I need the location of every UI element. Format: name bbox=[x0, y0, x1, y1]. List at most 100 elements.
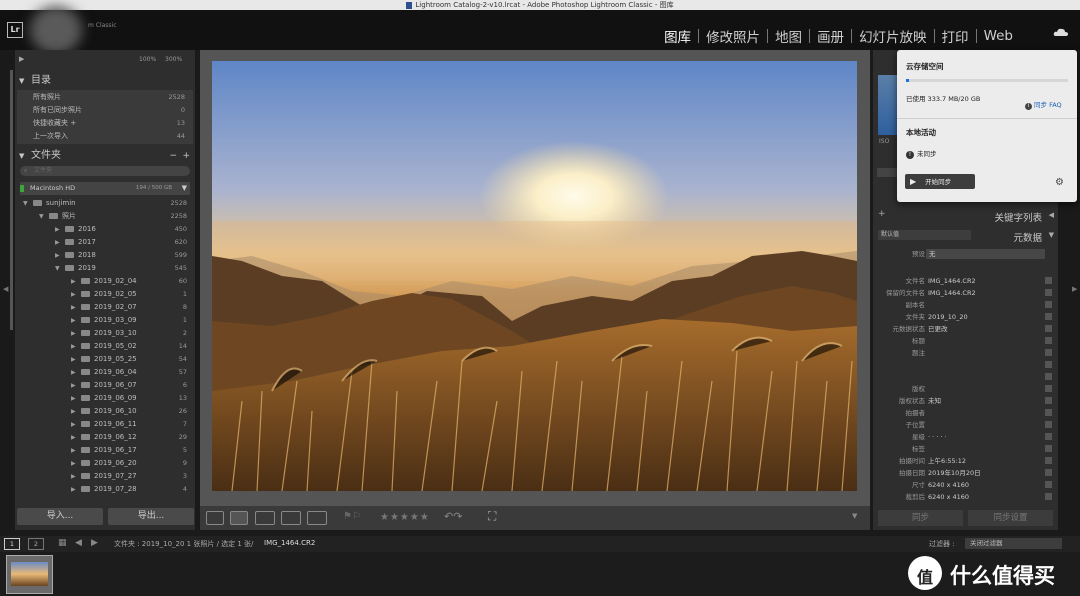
catalog-item-last-import[interactable]: 上一次导入 44 bbox=[17, 130, 193, 143]
toolbar-menu-icon[interactable]: ▼ bbox=[852, 512, 857, 520]
collapse-icon[interactable]: ▶ bbox=[71, 405, 81, 418]
folder-date[interactable]: ▶ 2019_06_09 13 bbox=[15, 392, 195, 405]
catalog-header[interactable]: ▼ 目录 bbox=[15, 74, 195, 88]
metadata-action-icon[interactable] bbox=[1045, 445, 1052, 452]
right-panel-toggle-icon[interactable]: ▶ bbox=[1072, 285, 1078, 295]
export-button[interactable]: 导出... bbox=[108, 508, 194, 525]
metadata-value[interactable]: IMG_1464.CR2 bbox=[928, 287, 976, 299]
module-book[interactable]: 画册 bbox=[810, 26, 851, 46]
collapse-icon[interactable]: ▶ bbox=[55, 236, 65, 249]
metadata-action-icon[interactable] bbox=[1045, 409, 1052, 416]
metadata-action-icon[interactable] bbox=[1045, 397, 1052, 404]
folder-year[interactable]: ▶ 2018 599 bbox=[15, 249, 195, 262]
expand-icon[interactable]: ▼ bbox=[23, 197, 33, 210]
volume-bar[interactable]: Macintosh HD 194 / 500 GB ▼ bbox=[20, 182, 190, 195]
folder-date[interactable]: ▶ 2019_06_12 29 bbox=[15, 431, 195, 444]
folder-date[interactable]: ▶ 2019_02_05 1 bbox=[15, 288, 195, 301]
star-rating-icon[interactable]: ★★★★★ bbox=[380, 512, 430, 523]
folder-date[interactable]: ▶ 2019_03_10 2 bbox=[15, 327, 195, 340]
collapse-icon[interactable]: ▶ bbox=[71, 275, 81, 288]
folder-date[interactable]: ▶ 2019_06_07 6 bbox=[15, 379, 195, 392]
navigator-header[interactable]: ▶ 100% 300% bbox=[15, 50, 195, 70]
collapse-icon[interactable]: ▶ bbox=[71, 457, 81, 470]
metadata-action-icon[interactable] bbox=[1045, 289, 1052, 296]
folder-date[interactable]: ▶ 2019_06_10 26 bbox=[15, 405, 195, 418]
back-arrow-icon[interactable]: ◀ bbox=[75, 538, 82, 548]
collapse-icon[interactable]: ▶ bbox=[71, 301, 81, 314]
metadata-action-icon[interactable] bbox=[1045, 349, 1052, 356]
collapse-icon[interactable]: ▶ bbox=[71, 418, 81, 431]
collapse-icon[interactable]: ▶ bbox=[71, 327, 81, 340]
module-web[interactable]: Web bbox=[977, 28, 1020, 44]
collapse-icon[interactable]: ▶ bbox=[71, 288, 81, 301]
folder-root[interactable]: ▼ sunjimin 2528 bbox=[15, 197, 195, 210]
module-map[interactable]: 地图 bbox=[768, 26, 809, 46]
collapse-icon[interactable]: ▶ bbox=[55, 249, 65, 262]
collapse-icon[interactable]: ▶ bbox=[71, 431, 81, 444]
grid-icon[interactable]: ▦ bbox=[58, 538, 67, 548]
collapse-triangle-icon[interactable]: ▶ bbox=[19, 55, 24, 63]
metadata-action-icon[interactable] bbox=[1045, 493, 1052, 500]
filmstrip-filename[interactable]: IMG_1464.CR2 bbox=[264, 539, 315, 547]
grid-view-icon[interactable] bbox=[206, 511, 224, 525]
metadata-action-icon[interactable] bbox=[1045, 337, 1052, 344]
folders-header[interactable]: ▼ 文件夹 − + bbox=[15, 149, 195, 163]
crop-overlay-icon[interactable]: ⛶ bbox=[488, 509, 496, 524]
keywords-header[interactable]: + 关键字列表 ◀ bbox=[873, 208, 1058, 224]
metadata-preset-dropdown[interactable]: 默认值 bbox=[878, 230, 971, 240]
start-sync-button[interactable]: ▶ 开始同步 bbox=[905, 174, 975, 189]
minus-button[interactable]: − bbox=[169, 149, 177, 163]
metadata-action-icon[interactable] bbox=[1045, 301, 1052, 308]
metadata-value[interactable]: · · · · · bbox=[928, 431, 947, 443]
folder-date[interactable]: ▶ 2019_07_27 3 bbox=[15, 470, 195, 483]
collapse-icon[interactable]: ▶ bbox=[71, 366, 81, 379]
module-develop[interactable]: 修改照片 bbox=[699, 26, 767, 46]
module-library[interactable]: 图库 bbox=[657, 26, 698, 46]
zoom-100[interactable]: 100% bbox=[139, 56, 156, 63]
module-print[interactable]: 打印 bbox=[935, 26, 976, 46]
expand-icon[interactable]: ▼ bbox=[55, 262, 65, 275]
window-1-button[interactable]: 1 bbox=[4, 538, 20, 550]
preset-select[interactable]: 无 bbox=[926, 249, 1045, 259]
collapse-icon[interactable]: ▶ bbox=[71, 392, 81, 405]
metadata-action-icon[interactable] bbox=[1045, 325, 1052, 332]
folder-date[interactable]: ▶ 2019_02_07 8 bbox=[15, 301, 195, 314]
collapse-icon[interactable]: ▶ bbox=[71, 379, 81, 392]
folder-search-field[interactable]: ⌕ 文件夹 bbox=[20, 166, 190, 176]
folder-date[interactable]: ▶ 2019_03_09 1 bbox=[15, 314, 195, 327]
sync-faq-link[interactable]: i 同步 FAQ bbox=[1025, 99, 1062, 110]
left-scrollbar[interactable] bbox=[10, 70, 13, 330]
folder-year[interactable]: ▼ 2019 545 bbox=[15, 262, 195, 275]
folder-date[interactable]: ▶ 2019_02_04 60 bbox=[15, 275, 195, 288]
metadata-value[interactable]: 已更改 bbox=[928, 323, 948, 335]
metadata-action-icon[interactable] bbox=[1045, 421, 1052, 428]
collapse-icon[interactable]: ▶ bbox=[71, 340, 81, 353]
plus-button[interactable]: + bbox=[182, 149, 190, 163]
collapse-icon[interactable]: ▶ bbox=[71, 470, 81, 483]
folder-date[interactable]: ▶ 2019_06_20 9 bbox=[15, 457, 195, 470]
filmstrip-thumbnail[interactable] bbox=[6, 555, 53, 594]
collapse-icon[interactable]: ▶ bbox=[71, 444, 81, 457]
metadata-action-icon[interactable] bbox=[1045, 385, 1052, 392]
left-panel-toggle-icon[interactable]: ◀ bbox=[3, 285, 9, 295]
gear-icon[interactable]: ⚙ bbox=[1055, 177, 1064, 188]
volume-dropdown-icon[interactable]: ▼ bbox=[182, 182, 187, 195]
folder-year[interactable]: ▶ 2016 450 bbox=[15, 223, 195, 236]
flag-icon[interactable]: ⚑⚐ bbox=[343, 511, 361, 522]
folder-year[interactable]: ▶ 2017 620 bbox=[15, 236, 195, 249]
zoom-300[interactable]: 300% bbox=[165, 56, 182, 63]
survey-view-icon[interactable] bbox=[281, 511, 301, 525]
collapse-icon[interactable]: ▶ bbox=[71, 353, 81, 366]
catalog-item-all[interactable]: 所有照片 2528 bbox=[17, 91, 193, 104]
cloud-icon[interactable] bbox=[1053, 27, 1069, 37]
sync-settings-button[interactable]: 同步设置 bbox=[968, 510, 1053, 526]
window-2-button[interactable]: 2 bbox=[28, 538, 44, 550]
quick-develop-button[interactable] bbox=[877, 168, 897, 177]
folder-date[interactable]: ▶ 2019_05_02 14 bbox=[15, 340, 195, 353]
folder-date[interactable]: ▶ 2019_07_28 4 bbox=[15, 483, 195, 496]
filter-dropdown[interactable]: 关闭过滤器 bbox=[965, 538, 1062, 549]
metadata-value[interactable]: 2019_10_20 bbox=[928, 311, 968, 323]
metadata-value[interactable]: 2019年10月20日 bbox=[928, 467, 981, 479]
collapse-icon[interactable]: ▶ bbox=[71, 483, 81, 496]
module-slideshow[interactable]: 幻灯片放映 bbox=[852, 26, 934, 46]
